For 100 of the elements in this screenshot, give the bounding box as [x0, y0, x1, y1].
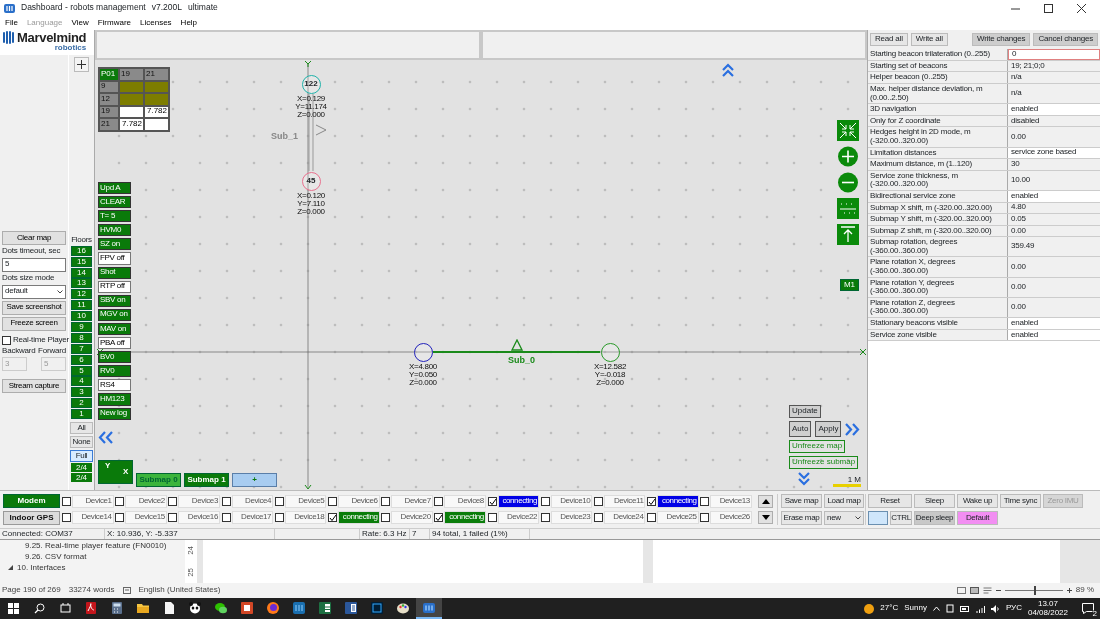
toggle-button[interactable]: RV0 [98, 365, 131, 378]
beacon-node[interactable]: 45 [301, 171, 321, 191]
submap-tab[interactable]: Submap 1 [184, 473, 229, 487]
floor-button[interactable]: 2 [71, 398, 92, 409]
floor-button[interactable]: 7 [71, 343, 92, 354]
outline-entry[interactable]: 9.26. CSV format [8, 552, 185, 562]
triangle-down-icon[interactable] [761, 515, 770, 520]
spreadsheet-icon[interactable] [319, 601, 331, 614]
checkbox[interactable] [434, 497, 444, 506]
menu-item[interactable]: View [71, 18, 89, 28]
toggle-button[interactable]: T= 5 [98, 210, 131, 223]
toggle-button[interactable]: CLEAR [98, 196, 131, 209]
checkbox[interactable] [647, 513, 657, 522]
caret-icon[interactable] [57, 289, 63, 294]
presentation-icon[interactable] [241, 601, 253, 614]
web-layout-icon[interactable] [982, 587, 992, 594]
checkbox[interactable] [115, 497, 125, 506]
plus-icon[interactable] [1066, 588, 1072, 593]
floor-button[interactable]: 6 [71, 354, 92, 365]
checkbox[interactable] [487, 497, 497, 506]
checkbox[interactable] [62, 513, 71, 522]
marker-button[interactable]: M1 [840, 279, 859, 291]
checkbox[interactable] [115, 513, 125, 522]
scroll-up-button[interactable] [758, 495, 773, 508]
command-button[interactable]: Default [957, 511, 998, 525]
panda-icon[interactable] [189, 601, 201, 614]
search-icon[interactable] [33, 603, 45, 614]
checkbox[interactable] [381, 513, 391, 522]
checkbox[interactable] [540, 513, 550, 522]
status-text[interactable]: English (United States) [138, 586, 221, 595]
control-button[interactable]: Apply [815, 421, 842, 437]
start-icon[interactable] [7, 603, 19, 614]
toggle-button[interactable]: SZ on [98, 238, 131, 251]
page-button[interactable]: 2/4 [71, 473, 92, 483]
checkbox[interactable] [2, 335, 11, 345]
maximize-icon[interactable] [1044, 3, 1053, 13]
triangle-up-icon[interactable] [761, 499, 770, 504]
command-button[interactable]: Reset [868, 494, 912, 508]
menu-item[interactable]: Firmware [97, 18, 132, 28]
scroll-down-button[interactable] [758, 511, 773, 524]
document-icon[interactable] [85, 601, 97, 614]
browser-icon[interactable] [267, 601, 279, 614]
toggle-button[interactable]: Shot [98, 266, 131, 279]
slider-thumb[interactable] [1033, 586, 1036, 595]
dropdown[interactable]: new [824, 511, 864, 525]
folder-icon[interactable] [137, 601, 149, 614]
checkbox[interactable] [168, 497, 178, 506]
toggle-button[interactable]: RS4 [98, 379, 131, 392]
print-layout-icon[interactable] [969, 587, 979, 594]
checkbox[interactable] [221, 513, 231, 522]
toggle-button[interactable]: MAV on [98, 322, 131, 336]
floor-button[interactable]: 9 [71, 322, 92, 333]
menu-item[interactable]: File [5, 18, 18, 28]
zoom-level[interactable]: 89 % [1075, 586, 1094, 595]
task-view-icon[interactable] [59, 603, 71, 614]
toggle-button[interactable]: Upd A [98, 182, 131, 195]
clear-map-button[interactable]: Clear map [2, 231, 66, 245]
settings-button[interactable]: Write changes [972, 33, 1031, 46]
command-button[interactable]: Deep sleep [914, 511, 955, 525]
command-button[interactable]: Wake up [957, 494, 998, 508]
checkbox[interactable] [221, 497, 231, 506]
minus-icon[interactable] [995, 588, 1001, 593]
zoom-in-icon[interactable] [837, 146, 859, 167]
control-button[interactable]: Auto [789, 421, 812, 437]
floor-button[interactable]: 12 [71, 289, 92, 300]
stream-capture-button[interactable]: Stream capture [2, 379, 66, 394]
chat-icon[interactable] [215, 601, 227, 614]
grid-dots-icon[interactable] [837, 198, 859, 219]
filter-button[interactable]: None [70, 436, 93, 449]
close-icon[interactable] [1077, 3, 1086, 13]
double-chevron-left-icon[interactable] [98, 431, 114, 444]
load-map-button[interactable]: Load map [824, 494, 864, 508]
floor-button[interactable]: 8 [71, 332, 92, 343]
color-swatch[interactable] [868, 511, 889, 525]
floor-button[interactable]: 1 [71, 409, 92, 420]
checkbox[interactable] [434, 513, 444, 522]
toggle-button[interactable]: SBV on [98, 294, 131, 307]
checkbox[interactable] [700, 497, 710, 506]
app-icon[interactable] [423, 601, 435, 614]
battery-icon[interactable] [959, 605, 970, 612]
checkbox[interactable] [700, 513, 710, 522]
shrink-icon[interactable] [837, 120, 859, 141]
arrow-up-icon[interactable] [837, 224, 859, 245]
settings-button[interactable]: Cancel changes [1033, 33, 1098, 46]
interface-button[interactable]: Modem [3, 494, 60, 508]
freeze-screen-button[interactable]: Freeze screen [2, 316, 66, 331]
document-icon[interactable] [345, 601, 357, 614]
speaker-icon[interactable] [990, 604, 1000, 613]
filter-button[interactable]: All [70, 422, 93, 435]
checkbox[interactable] [487, 513, 497, 522]
caret-icon[interactable] [8, 565, 13, 571]
input-field[interactable]: 0 [1008, 49, 1100, 60]
double-chevron-right-icon[interactable] [845, 422, 861, 436]
clock-time[interactable]: 13.07 [1037, 599, 1058, 609]
settings-button[interactable]: Read all [870, 33, 908, 46]
double-chevron-up-icon[interactable] [721, 63, 735, 77]
calculator-icon[interactable] [111, 601, 123, 614]
proofing-icon[interactable] [122, 587, 131, 594]
input-field[interactable]: 5 [2, 257, 66, 272]
floor-button[interactable]: 14 [71, 267, 92, 278]
